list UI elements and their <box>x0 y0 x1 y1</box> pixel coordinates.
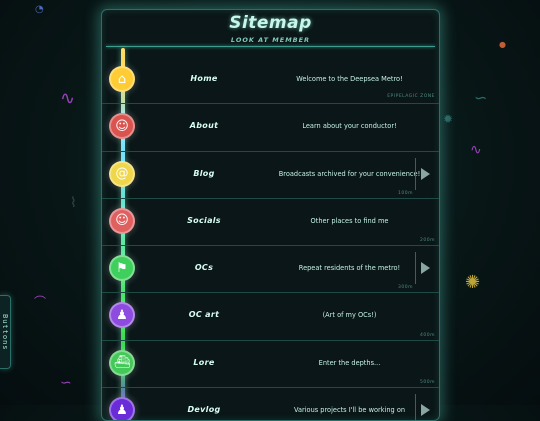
sitemap-row-oc-art[interactable]: ♟ OC art (Art of my OCs!) 400m <box>102 293 439 341</box>
sitemap-panel: Sitemap LOOK AT MEMBER ⌂ Home Welcome to… <box>101 9 440 421</box>
sun-decoration-icon: ✺ <box>465 272 481 293</box>
depth-marker: EPIPELAGIC ZONE <box>387 94 435 100</box>
sitemap-row-about[interactable]: ☺ About Learn about your conductor! EPIP… <box>102 94 439 152</box>
row-description: Broadcasts archived for your convenience… <box>278 169 421 178</box>
row-label[interactable]: OCs <box>154 246 254 290</box>
row-label[interactable]: Lore <box>154 341 254 385</box>
depth-marker: 500m <box>420 380 435 386</box>
sitemap-subtitle: LOOK AT MEMBER <box>230 36 311 44</box>
sitemap-title: Sitemap <box>229 13 312 33</box>
flag-icon: ⚑ <box>109 255 135 282</box>
arc-decoration-icon: ◔ <box>35 4 44 15</box>
sitemap-rows: ⌂ Home Welcome to the Deepsea Metro! ☺ A… <box>102 57 439 420</box>
expand-arrow-button[interactable] <box>415 252 434 285</box>
row-label[interactable]: Home <box>154 57 254 101</box>
depth-marker: 300m <box>398 285 413 291</box>
row-label[interactable]: Blog <box>154 152 254 196</box>
squiggle-decoration-icon: ∿ <box>470 142 482 158</box>
depth-marker: 400m <box>420 332 435 338</box>
depth-marker: 200m <box>420 238 435 244</box>
row-description: (Art of my OCs!) <box>322 311 377 320</box>
sitemap-row-blog[interactable]: @ Blog Broadcasts archived for your conv… <box>102 152 439 199</box>
gear-decoration-icon: ✹ <box>443 112 454 126</box>
snail-icon: @ <box>109 160 135 187</box>
row-description: Learn about your conductor! <box>302 122 397 131</box>
expand-arrow-button[interactable] <box>415 157 434 190</box>
swirl-decoration-icon: ∽ <box>60 375 72 391</box>
buttons-tab-label: Buttons <box>1 313 9 351</box>
expand-arrow-button[interactable] <box>415 394 434 420</box>
sitemap-row-lore[interactable]: ⛴ Lore Enter the depths... 500m <box>102 341 439 389</box>
ship-icon: ⛴ <box>109 349 135 376</box>
swirl-decoration-icon: ∽ <box>474 88 488 107</box>
depth-marker: 100m <box>398 190 413 196</box>
avatar-icon: ☺ <box>109 207 135 234</box>
row-label[interactable]: About <box>154 104 254 148</box>
row-label[interactable]: Socials <box>154 199 254 243</box>
swirl-decoration-icon: ∿ <box>60 88 76 109</box>
title-divider <box>106 46 435 47</box>
row-description: Repeat residents of the metro! <box>298 264 401 273</box>
dot-decoration-icon: ● <box>499 40 506 49</box>
play-arrow-icon <box>420 262 430 275</box>
row-description: Other places to find me <box>310 216 389 225</box>
row-label[interactable]: OC art <box>154 293 254 337</box>
buttons-tab[interactable]: Buttons <box>0 295 11 369</box>
character-icon: ♟ <box>109 397 135 420</box>
squiggle-decoration-icon: ⌇ <box>70 195 77 211</box>
home-icon: ⌂ <box>109 66 135 92</box>
sitemap-row-ocs[interactable]: ⚑ OCs Repeat residents of the metro! 300… <box>102 246 439 294</box>
play-arrow-icon <box>420 167 430 180</box>
row-description: Enter the depths... <box>318 358 381 367</box>
character-icon: ♟ <box>109 302 135 329</box>
arc-decoration-icon: ⌒ <box>34 295 47 309</box>
avatar-icon: ☺ <box>109 113 135 140</box>
play-arrow-icon <box>420 404 430 417</box>
sitemap-row-socials[interactable]: ☺ Socials Other places to find me 200m <box>102 199 439 247</box>
